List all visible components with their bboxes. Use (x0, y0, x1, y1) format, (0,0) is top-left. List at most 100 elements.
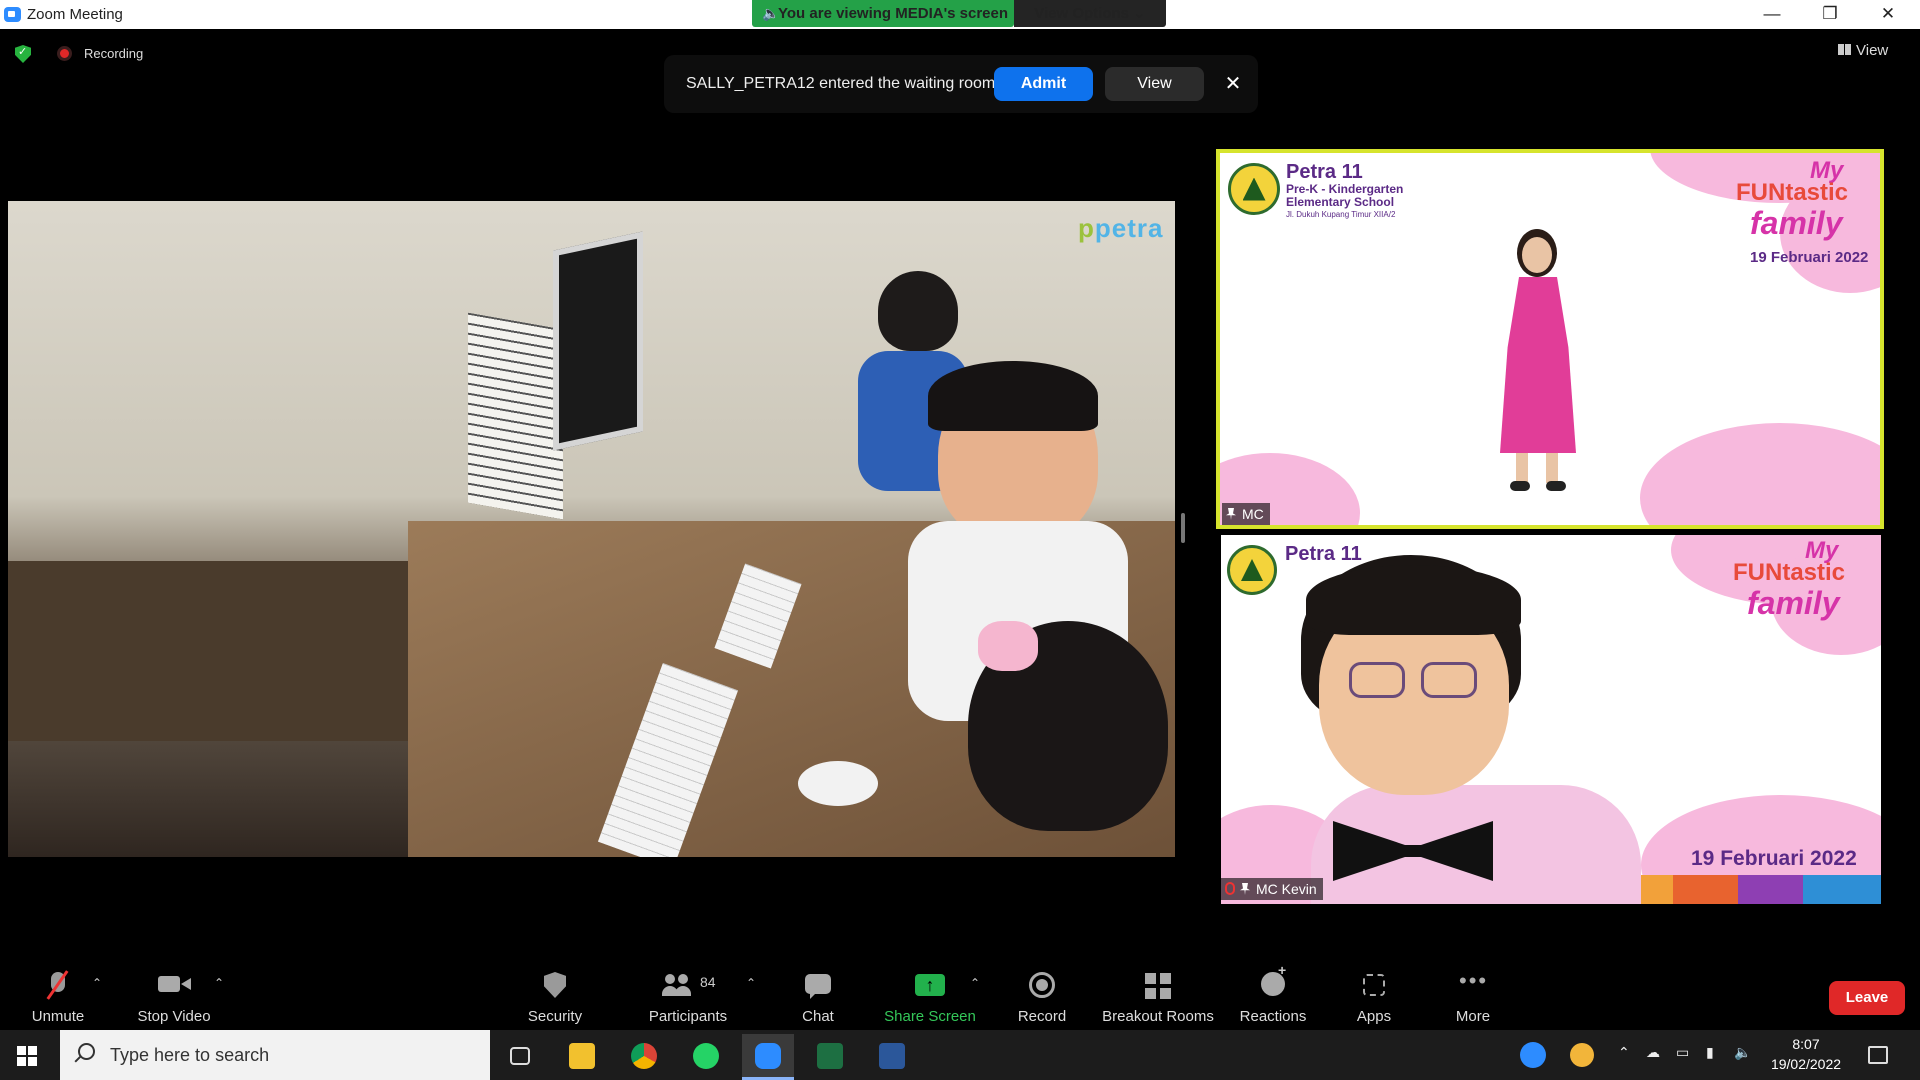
close-notification-icon[interactable]: ✕ (1220, 69, 1246, 99)
title-bar: Zoom Meeting 🔈 You are viewing MEDIA's s… (0, 0, 1920, 29)
stop-video-label: Stop Video (137, 1008, 211, 1025)
security-button[interactable]: Security (520, 958, 590, 1030)
clock-date: 19/02/2022 (1770, 1056, 1842, 1072)
event-date: 19 Februari 2022 (1750, 249, 1869, 266)
apps-icon (1363, 974, 1385, 996)
share-screen-button[interactable]: ↑ Share Screen (880, 958, 980, 1030)
zoom-taskbar-icon[interactable] (742, 1034, 794, 1080)
taskbar-search-box[interactable]: Type here to search (60, 1030, 490, 1080)
reaction-emoji-icon (1261, 962, 1286, 996)
record-button[interactable]: Record (1012, 958, 1072, 1030)
breakout-rooms-button[interactable]: Breakout Rooms (1100, 958, 1216, 1030)
pink-cloud-decoration (1640, 423, 1880, 525)
participant-name: MC (1242, 506, 1264, 522)
volume-icon[interactable]: 🔈 (1734, 1044, 1751, 1061)
security-label: Security (527, 1008, 583, 1025)
participants-button[interactable]: 84 Participants (640, 958, 736, 1030)
logo-text: petra (1094, 213, 1164, 243)
recording-icon[interactable] (57, 46, 72, 61)
shared-screen-view[interactable]: ppetra (8, 201, 1175, 857)
encryption-shield-icon[interactable]: ✓ (15, 45, 31, 63)
chrome-icon[interactable] (618, 1034, 670, 1080)
reactions-label: Reactions (1239, 1008, 1307, 1025)
pink-hair-bow (978, 621, 1038, 671)
view-layout-label: View (1856, 42, 1889, 59)
event-title-funtastic: FUNtastic (1736, 179, 1849, 206)
computer-monitor (553, 231, 643, 451)
participants-icon (662, 974, 692, 996)
clock-time: 8:07 (1792, 1036, 1820, 1052)
participants-options-chevron-icon[interactable]: ⌃ (746, 976, 756, 990)
program-pillars-strip (1621, 875, 1881, 904)
waiting-room-message: SALLY_PETRA12 entered the waiting room (686, 75, 996, 92)
search-placeholder: Type here to search (110, 1045, 270, 1065)
admit-button[interactable]: Admit (994, 67, 1093, 101)
petra-logo: ppetra (1078, 213, 1164, 243)
network-icon[interactable]: ▭ (1676, 1044, 1689, 1061)
windows-start-icon[interactable] (17, 1046, 37, 1066)
weather-icon[interactable] (1570, 1043, 1594, 1067)
participant-name: MC Kevin (1256, 881, 1317, 897)
leave-button[interactable]: Leave (1829, 981, 1905, 1015)
participant-count: 84 (700, 974, 716, 990)
search-icon (78, 1043, 95, 1060)
zoom-app-icon (4, 7, 21, 22)
apps-button[interactable]: Apps (1346, 958, 1402, 1030)
child-head (878, 271, 958, 351)
school-crest-icon (1227, 545, 1277, 595)
record-icon (1029, 972, 1055, 998)
breakout-rooms-label: Breakout Rooms (1102, 1008, 1214, 1025)
share-screen-label: Share Screen (884, 1008, 976, 1025)
stop-video-button[interactable]: Stop Video (132, 958, 216, 1030)
file-explorer-icon[interactable] (556, 1034, 608, 1080)
viewing-screen-indicator: 🔈 You are viewing MEDIA's screen (752, 0, 1014, 27)
meeting-toolbar: Unmute ⌃ Stop Video ⌃ Security 84 Partic… (0, 958, 1920, 1030)
school-crest-icon (1228, 163, 1280, 215)
unmute-button[interactable]: Unmute (22, 958, 94, 1030)
speaker-icon: 🔈 (762, 5, 780, 21)
view-options-button[interactable]: View Options ⌄ (1014, 0, 1166, 27)
event-date: 19 Februari 2022 (1691, 847, 1857, 870)
task-view-icon[interactable] (494, 1034, 546, 1080)
excel-icon[interactable] (804, 1034, 856, 1080)
battery-icon[interactable]: ▮ (1706, 1044, 1714, 1061)
participant-name-tag: MC (1222, 503, 1270, 525)
onedrive-cloud-icon[interactable]: ☁ (1646, 1044, 1660, 1061)
child-hair (928, 361, 1098, 431)
audio-options-chevron-icon[interactable]: ⌃ (92, 976, 102, 990)
participants-label: Participants (648, 1008, 728, 1025)
word-icon[interactable] (866, 1034, 918, 1080)
close-window-button[interactable]: ✕ (1860, 0, 1916, 29)
reactions-button[interactable]: Reactions (1236, 958, 1310, 1030)
participant-tile-mc-kevin[interactable]: Petra 11 My FUNtastic family 19 Februari… (1221, 535, 1881, 904)
whatsapp-icon[interactable] (680, 1034, 732, 1080)
minimize-button[interactable]: — (1744, 0, 1800, 29)
notifications-icon[interactable] (1868, 1046, 1888, 1064)
video-camera-icon (158, 976, 180, 992)
chat-button[interactable]: Chat (788, 958, 848, 1030)
help-icon[interactable] (1520, 1042, 1546, 1068)
event-title-family: family (1747, 585, 1840, 621)
share-options-chevron-icon[interactable]: ⌃ (970, 976, 980, 990)
more-button[interactable]: ••• More (1446, 958, 1500, 1030)
video-options-chevron-icon[interactable]: ⌃ (214, 976, 224, 990)
classroom-window (468, 312, 563, 520)
more-dots-icon: ••• (1459, 968, 1489, 993)
view-waiting-room-button[interactable]: View (1105, 67, 1204, 101)
viewing-screen-text: You are viewing MEDIA's screen (778, 5, 1009, 22)
participant-name-tag: MC Kevin (1221, 878, 1323, 900)
window-title: Zoom Meeting (27, 6, 123, 23)
record-label: Record (1017, 1008, 1067, 1025)
chat-bubble-icon (805, 974, 831, 999)
view-layout-button[interactable]: View (1838, 36, 1910, 66)
windows-taskbar: Type here to search ⌃ ☁ ▭ ▮ 🔈 8:07 19/02… (0, 1030, 1920, 1080)
taskbar-clock[interactable]: 8:07 19/02/2022 (1766, 1034, 1846, 1074)
show-hidden-icons-chevron-icon[interactable]: ⌃ (1618, 1044, 1630, 1061)
restore-button[interactable]: ❐ (1802, 0, 1858, 29)
pin-icon (1226, 508, 1236, 520)
computer-mouse (798, 761, 878, 806)
grid-view-icon (1838, 44, 1851, 55)
panel-resize-handle[interactable] (1181, 513, 1185, 543)
school-name: Petra 11 (1285, 543, 1362, 565)
participant-tile-mc[interactable]: Petra 11 Pre-K - Kindergarten Elementary… (1216, 149, 1884, 529)
